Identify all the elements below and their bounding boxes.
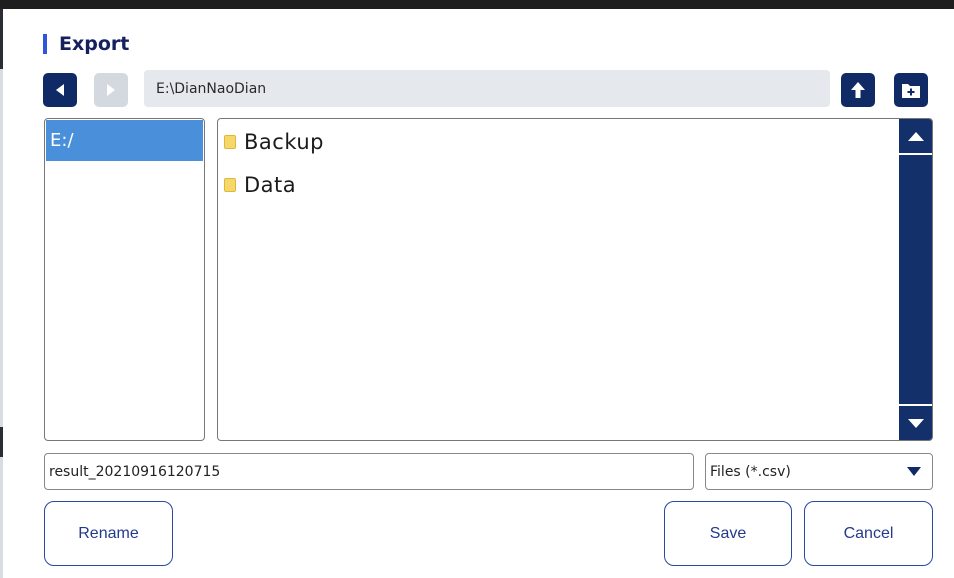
scroll-up-button[interactable] [899,119,932,155]
file-list: Backup Data [217,118,933,441]
back-button[interactable] [43,73,77,107]
cancel-button[interactable]: Cancel [804,501,933,566]
dialog-header: Export [43,33,129,55]
forward-button[interactable] [94,73,128,107]
parent-folder-button[interactable] [841,73,875,107]
chevron-down-icon [907,467,921,476]
file-name: Backup [244,130,324,154]
drive-item-e[interactable]: E:/ [46,120,203,161]
arrow-right-icon [107,84,115,96]
new-folder-button[interactable] [894,73,928,107]
list-item-data[interactable]: Data [224,170,296,200]
arrow-left-icon [56,84,64,96]
folder-icon [224,135,236,149]
new-folder-icon [902,84,920,98]
file-name: Data [244,173,297,197]
triangle-up-icon [907,131,924,141]
save-button[interactable]: Save [664,501,792,566]
scroll-down-button[interactable] [899,404,932,440]
export-dialog: Export E:\DianNaoDian E:/ Backup Data re… [3,9,954,578]
folder-icon [224,178,236,192]
background-window-strip [0,0,954,9]
arrow-up-icon [851,82,865,98]
filetype-label: Files (*.csv) [710,463,791,480]
filetype-select[interactable]: Files (*.csv) [705,453,933,490]
vertical-scrollbar[interactable] [899,119,932,440]
dialog-title: Export [59,33,130,55]
drive-list: E:/ [44,118,205,441]
title-accent-bar [43,34,47,54]
scroll-track[interactable] [899,155,932,404]
triangle-down-icon [907,418,924,428]
rename-button[interactable]: Rename [44,501,173,566]
list-item-backup[interactable]: Backup [224,127,324,157]
path-bar[interactable]: E:\DianNaoDian [144,70,830,107]
filename-input[interactable] [44,453,694,490]
